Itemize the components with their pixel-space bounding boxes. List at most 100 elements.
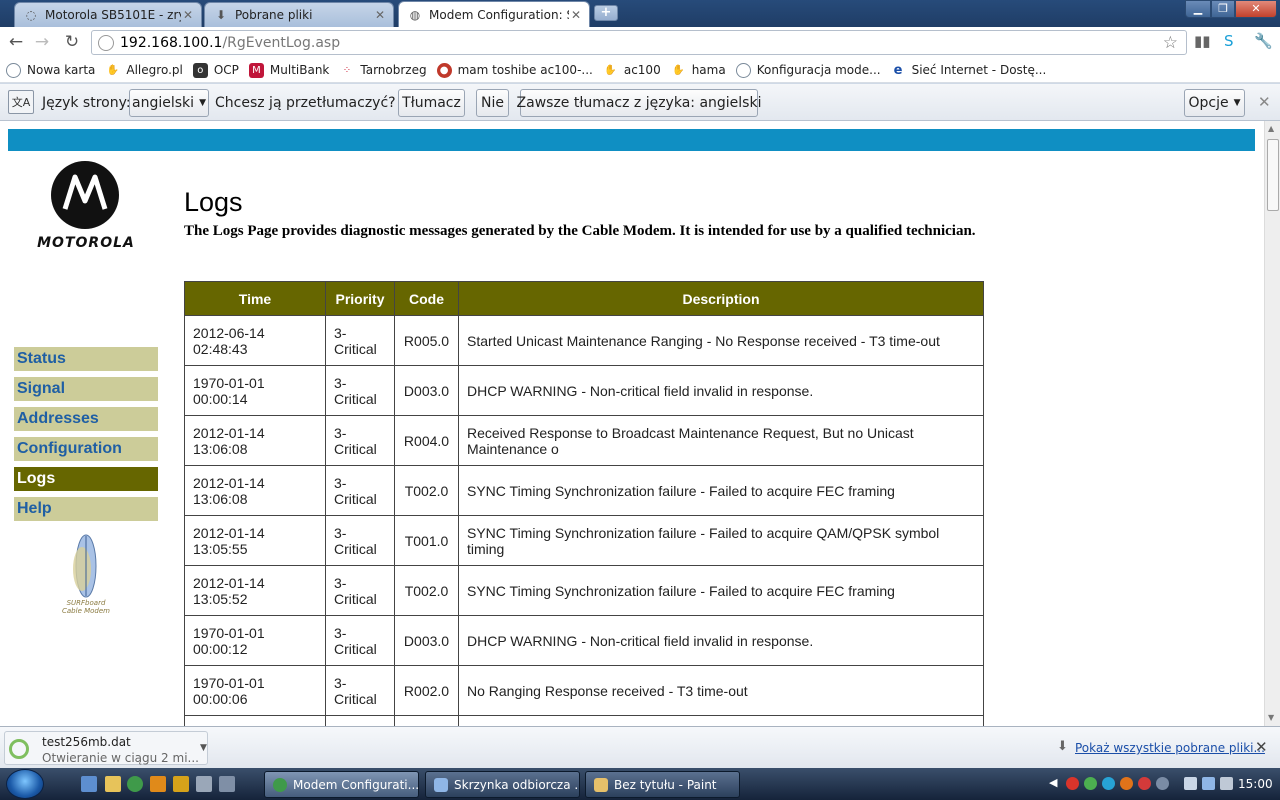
maximize-button[interactable]: ❐ <box>1211 0 1235 18</box>
taskbar-clock[interactable]: 15:00 <box>1238 777 1273 791</box>
nav-item-help[interactable]: Help <box>14 497 158 521</box>
nav-item-status[interactable]: Status <box>14 347 158 371</box>
page-content: MOTOROLA Status Signal Addresses Configu… <box>0 121 1280 726</box>
tray-app-icon[interactable] <box>1138 777 1151 790</box>
cell-priority: 3- Critical <box>325 465 395 516</box>
close-icon[interactable]: ✕ <box>1258 93 1271 111</box>
bookmark-toshiba[interactable]: ● mam toshibe ac100-... <box>436 62 593 78</box>
show-all-downloads-link[interactable]: Pokaż wszystkie pobrane pliki... <box>1075 741 1265 755</box>
time-clock: 13:05:55 <box>193 540 248 557</box>
page-scrollbar[interactable]: ▲ ▼ <box>1264 121 1280 726</box>
bookmark-label: Nowa karta <box>27 63 96 77</box>
skype-tray-icon[interactable] <box>1102 777 1115 790</box>
cell-priority: 3- Critical <box>325 615 395 666</box>
hand-icon: ✋ <box>604 64 617 76</box>
surfboard-text: SURFboard Cable Modem <box>58 599 114 615</box>
language-select[interactable]: angielski ▼ <box>129 89 209 117</box>
sync-icon[interactable] <box>1084 777 1097 790</box>
task-modem-configuration[interactable]: Modem Configurati... <box>264 771 419 798</box>
task-paint[interactable]: Bez tytułu - Paint <box>585 771 740 798</box>
network-icon[interactable] <box>1202 777 1215 790</box>
app-icon[interactable] <box>219 776 235 792</box>
close-icon[interactable]: ✕ <box>181 8 195 22</box>
volume-icon[interactable] <box>1220 777 1233 790</box>
bookmark-ocp[interactable]: o OCP <box>192 62 239 78</box>
hand-icon: ✋ <box>106 64 120 76</box>
cell-priority: 3- Critical <box>325 665 395 716</box>
translate-button[interactable]: Tłumacz <box>398 89 465 117</box>
download-item[interactable]: test256mb.dat Otwieranie w ciągu 2 mi...… <box>4 731 208 765</box>
windows-taskbar: Modem Configurati... Skrzynka odbiorcza … <box>0 768 1280 800</box>
bookmark-konfiguracja[interactable]: Konfiguracja mode... <box>735 62 881 78</box>
side-nav: Status Signal Addresses Configuration Lo… <box>14 347 158 527</box>
time-date: 2012-06-14 <box>193 324 265 341</box>
priority-name: Critical <box>334 440 377 457</box>
tray-app-icon[interactable] <box>1156 777 1169 790</box>
tray-app-icon[interactable] <box>1120 777 1133 790</box>
tab-modem-configuration[interactable]: ◍ Modem Configuration: Stat ✕ <box>398 1 590 27</box>
window-close-button[interactable]: ✕ <box>1235 0 1277 18</box>
nav-item-addresses[interactable]: Addresses <box>14 407 158 431</box>
table-row: 2012-01-14 13:06:08 3- Critical T002.0 SYNC T… <box>184 465 984 516</box>
address-host: 192.168.100.1 <box>120 34 223 51</box>
battery-icon[interactable] <box>1184 777 1197 790</box>
explorer-icon[interactable] <box>105 776 121 792</box>
paint-icon <box>594 777 608 792</box>
scrollbar-thumb[interactable] <box>1267 139 1279 211</box>
wrench-icon[interactable]: 🔧 <box>1254 32 1273 50</box>
close-icon[interactable]: ✕ <box>1255 738 1268 756</box>
antivirus-icon[interactable] <box>1066 777 1079 790</box>
tab-downloads[interactable]: ⬇ Pobrane pliki ✕ <box>204 2 394 27</box>
bookmark-multibank[interactable]: M MultiBank <box>248 62 330 78</box>
no-translate-button[interactable]: Nie <box>476 89 509 117</box>
scroll-down-icon[interactable]: ▼ <box>1268 713 1274 722</box>
task-label: Modem Configurati... <box>293 777 419 792</box>
bookmark-hama[interactable]: ✋ hama <box>671 63 726 78</box>
time-date: 2012-01-14 <box>193 474 265 491</box>
time-clock: 00:00:12 <box>193 640 248 657</box>
chevron-down-icon[interactable]: ▼ <box>200 743 207 753</box>
bookmark-tarnobrzeg[interactable]: ⁘ Tarnobrzeg <box>339 63 427 78</box>
bookmark-ac100[interactable]: ✋ ac100 <box>603 63 661 78</box>
priority-level: 3- <box>334 474 347 491</box>
globe-icon <box>6 62 21 78</box>
start-button[interactable] <box>6 769 44 799</box>
always-translate-button[interactable]: Zawsze tłumacz z języka: angielski <box>517 89 761 117</box>
star-icon[interactable]: ☆ <box>1163 33 1178 53</box>
minimize-button[interactable]: ▁ <box>1185 0 1211 18</box>
bookmark-allegro[interactable]: ✋ Allegro.pl <box>105 63 183 78</box>
new-tab-button[interactable]: + <box>594 5 618 21</box>
tab-motorola[interactable]: ◌ Motorola SB5101E - zrywa p ✕ <box>14 2 202 27</box>
task-mail[interactable]: Skrzynka odbiorcza ... <box>425 771 580 798</box>
media-player-icon[interactable] <box>173 776 189 792</box>
translate-options-button[interactable]: Opcje ▼ <box>1184 89 1245 117</box>
forward-button[interactable]: → <box>29 29 55 55</box>
show-desktop-icon[interactable] <box>81 776 97 792</box>
bookmark-label: ac100 <box>623 63 661 77</box>
nav-item-signal[interactable]: Signal <box>14 377 158 401</box>
tab-title: Motorola SB5101E - zrywa p <box>45 8 181 22</box>
reload-button[interactable]: ↻ <box>59 29 85 55</box>
close-icon[interactable]: ✕ <box>373 8 387 22</box>
bookmark-siec-internet[interactable]: e Sieć Internet - Dostę... <box>891 63 1047 78</box>
ocp-icon: o <box>192 62 208 78</box>
k-icon[interactable] <box>150 776 166 792</box>
scroll-up-icon[interactable]: ▲ <box>1268 124 1274 133</box>
tray-expand-icon[interactable]: ◀ <box>1049 776 1057 789</box>
chevron-down-icon: ▼ <box>199 98 206 108</box>
address-path: /RgEventLog.asp <box>222 34 341 51</box>
bookmarks-bar: Nowa karta ✋ Allegro.pl o OCP M MultiBank ⁘… <box>0 58 1280 83</box>
cell-priority: 3- Critical <box>325 515 395 566</box>
stats-icon[interactable]: ▮▮ <box>1194 32 1211 50</box>
translate-bar: 文A Język strony: angielski ▼ Chcesz ją pr… <box>0 84 1280 121</box>
skype-icon[interactable]: S <box>1224 32 1234 50</box>
nav-item-configuration[interactable]: Configuration <box>14 437 158 461</box>
back-button[interactable]: ← <box>3 29 29 55</box>
calculator-icon[interactable] <box>196 776 212 792</box>
bookmark-label: MultiBank <box>269 63 330 77</box>
address-bar[interactable]: 192.168.100.1/RgEventLog.asp ☆ <box>91 30 1187 55</box>
bookmark-nowa-karta[interactable]: Nowa karta <box>6 62 96 78</box>
close-icon[interactable]: ✕ <box>569 8 583 22</box>
nav-item-logs[interactable]: Logs <box>14 467 158 491</box>
chrome-icon[interactable] <box>127 776 143 792</box>
